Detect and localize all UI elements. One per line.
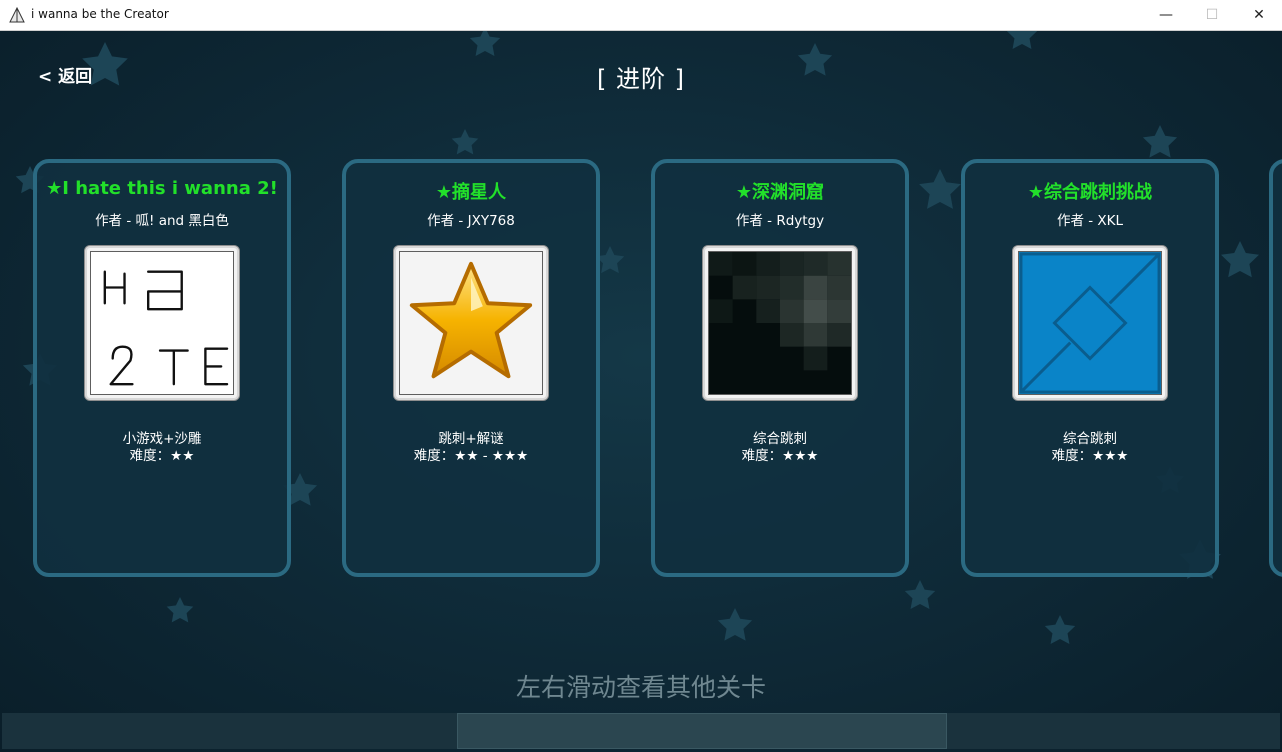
level-card-1[interactable]: ★I hate this i wanna 2! 作者 - 呱! and 黑白色 …	[33, 159, 291, 577]
blue-diamond-thumbnail-icon	[1019, 252, 1161, 394]
level-difficulty: 难度：★★	[129, 448, 195, 464]
level-author: 作者 - 呱! and 黑白色	[95, 213, 229, 229]
level-title: ★综合跳刺挑战	[1027, 182, 1153, 203]
level-difficulty: 难度：★★★	[1051, 448, 1129, 464]
window-titlebar: i wanna be the Creator — ☐ ✕	[0, 0, 1282, 31]
level-card-4[interactable]: ★综合跳刺挑战 作者 - XKL 综合跳刺 难度：★★★	[961, 159, 1219, 577]
level-card-next-partial[interactable]	[1269, 159, 1282, 577]
level-title: ★I hate this i wanna 2!	[46, 178, 278, 199]
level-author: 作者 - Rdytgy	[735, 213, 825, 229]
level-title: ★深渊洞窟	[735, 182, 825, 203]
level-author: 作者 - XKL	[1056, 213, 1124, 229]
horizontal-scrollbar[interactable]	[2, 713, 1280, 749]
game-canvas: < 返回 [ 进阶 ] ★I hate this i wanna 2! 作者 -…	[0, 31, 1282, 752]
level-card-3[interactable]: ★深渊洞窟 作者 - Rdytgy 综合跳刺 难度：★★★	[651, 159, 909, 577]
app-icon	[9, 7, 25, 23]
dark-pixel-cave-thumbnail-icon	[709, 252, 851, 394]
level-card-2[interactable]: ★摘星人 作者 - JXY768 跳刺+解谜 难度：★★ - ★★★	[342, 159, 600, 577]
level-author: 作者 - JXY768	[427, 213, 515, 229]
level-thumbnail	[84, 245, 240, 401]
level-thumbnail	[1012, 245, 1168, 401]
window-title: i wanna be the Creator	[31, 7, 169, 21]
level-thumbnail	[702, 245, 858, 401]
swipe-hint: 左右滑动查看其他关卡	[515, 673, 766, 702]
page-title: [ 进阶 ]	[597, 65, 685, 93]
minimize-button[interactable]: —	[1143, 0, 1189, 30]
gold-star-thumbnail-icon	[400, 252, 542, 394]
level-difficulty: 难度：★★★	[741, 448, 819, 464]
level-thumbnail	[393, 245, 549, 401]
level-difficulty: 难度：★★ - ★★★	[413, 448, 529, 464]
close-button[interactable]: ✕	[1236, 0, 1282, 30]
handwritten-text-thumbnail-icon	[91, 252, 233, 394]
maximize-button[interactable]: ☐	[1189, 0, 1235, 30]
scrollbar-thumb[interactable]	[457, 713, 947, 749]
level-title: ★摘星人	[435, 182, 507, 203]
